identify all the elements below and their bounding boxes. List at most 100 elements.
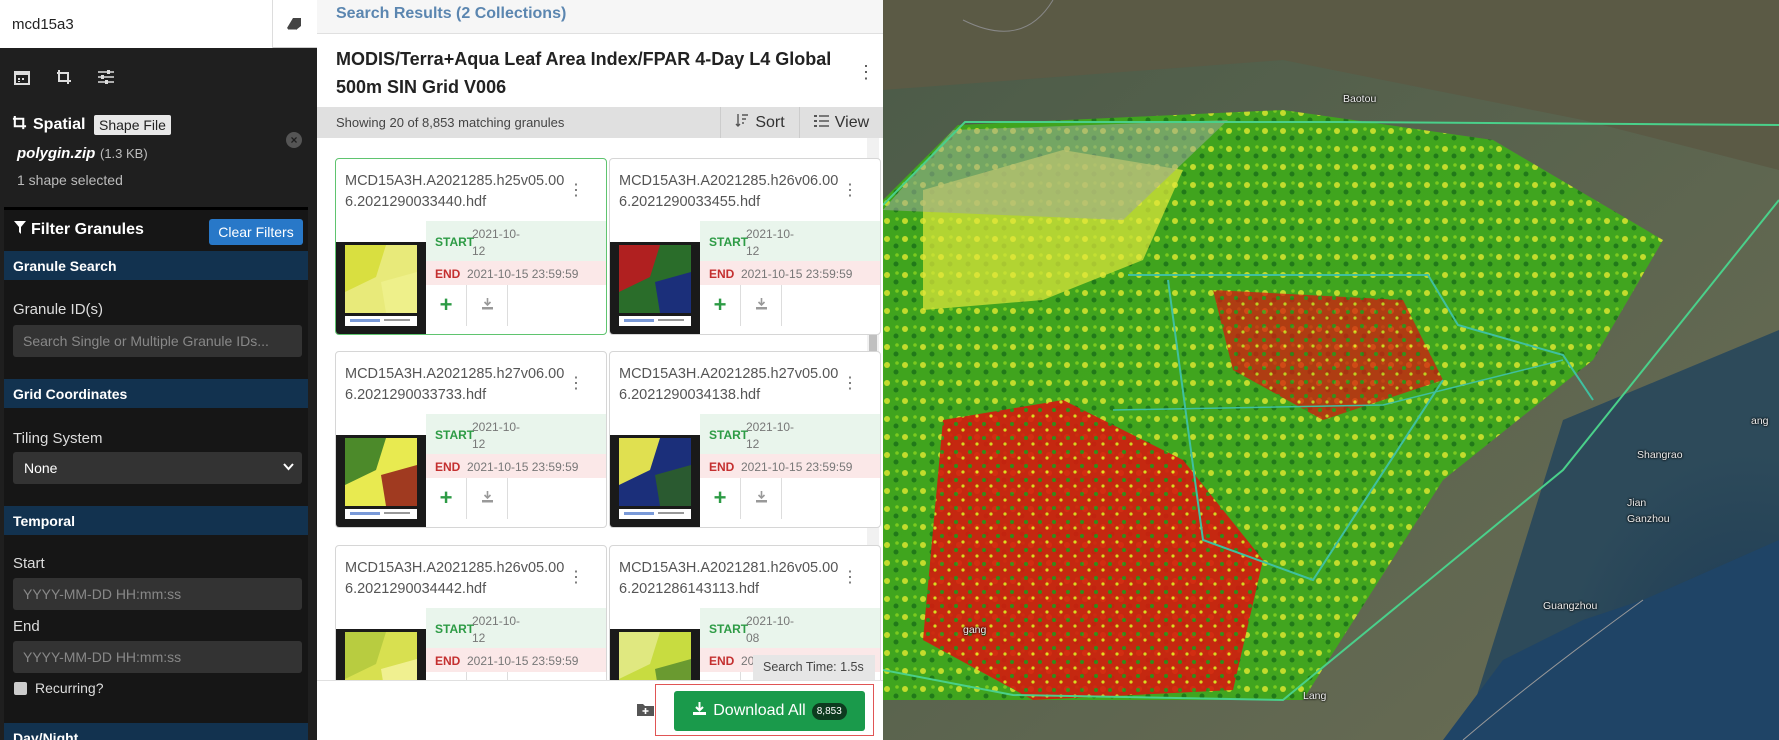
download-count-badge: 8,853 (811, 702, 847, 720)
granule-card[interactable]: MCD15A3H.A2021285.h26v06.006.20212900334… (609, 158, 881, 335)
view-button[interactable]: View (799, 107, 883, 138)
granule-thumbnail[interactable] (336, 629, 426, 680)
sliders-icon[interactable] (96, 67, 116, 87)
granule-start-row: START2021-10-1200:00:00 (426, 608, 606, 662)
download-all-button[interactable]: Download All 8,853 (674, 691, 865, 731)
granule-start-date: 2021-10-12 (746, 420, 795, 451)
add-granule-button[interactable]: + (426, 672, 467, 680)
tiling-system-select[interactable]: None (13, 452, 302, 484)
spatial-block: Spatial Shape File polygin.zip (1.3 KB) … (0, 108, 317, 196)
add-granule-button[interactable]: + (700, 285, 741, 326)
granule-start-date: 2021-10-12 (472, 614, 521, 645)
add-granule-button[interactable]: + (700, 478, 741, 519)
end-date-input[interactable] (13, 641, 302, 673)
list-icon (813, 114, 829, 132)
chevron-down-icon (283, 460, 294, 474)
results-title[interactable]: Search Results (2 Collections) (336, 5, 566, 23)
granule-start-row: START2021-10-1200:00:00 (700, 414, 880, 468)
granule-card[interactable]: MCD15A3H.A2021285.h26v05.006.20212900344… (335, 545, 607, 680)
granule-start-row: START2021-10-1200:00:00 (700, 221, 880, 275)
shape-file-badge: Shape File (94, 115, 171, 135)
more-options-icon[interactable]: ⋮ (842, 567, 858, 587)
granule-card[interactable]: MCD15A3H.A2021285.h27v06.006.20212900337… (335, 351, 607, 528)
download-icon (481, 297, 494, 315)
end-label: END (435, 654, 461, 668)
more-options-icon[interactable]: ⋮ (857, 62, 875, 83)
start-date-input[interactable] (13, 578, 302, 610)
granule-name: MCD15A3H.A2021281.h26v05.006.20212861431… (619, 560, 839, 597)
more-options-icon[interactable]: ⋮ (568, 373, 584, 393)
start-label: START (709, 235, 749, 249)
granule-end-value: 2021-10-15 23:59:59 (467, 654, 579, 668)
filter-title: Filter Granules (14, 221, 144, 239)
download-granule-button[interactable] (467, 672, 508, 680)
map-label-ang: ang (1751, 415, 1769, 427)
granule-search-heading: Granule Search (4, 251, 308, 280)
collection-title: MODIS/Terra+Aqua Leaf Area Index/FPAR 4-… (336, 49, 832, 97)
download-icon (481, 490, 494, 508)
download-granule-button[interactable] (741, 285, 782, 326)
granule-name: MCD15A3H.A2021285.h27v05.006.20212900341… (619, 366, 839, 403)
more-options-icon[interactable]: ⋮ (568, 567, 584, 587)
more-options-icon[interactable]: ⋮ (842, 373, 858, 393)
eraser-icon[interactable] (272, 0, 317, 48)
filter-title-label: Filter Granules (31, 221, 144, 238)
granule-card[interactable]: MCD15A3H.A2021285.h25v05.006.20212900334… (335, 158, 607, 335)
granule-end-row: END 2021-10-15 23:59:59 (700, 261, 880, 285)
granule-end-value: 2021-10-15 23:59:59 (741, 460, 853, 474)
map-label-baotou: Baotou (1343, 93, 1377, 105)
start-label: START (709, 428, 749, 442)
granule-name: MCD15A3H.A2021285.h25v05.006.20212900334… (345, 173, 565, 210)
granule-end-row: END 2021-10-15 23:59:59 (700, 454, 880, 478)
granule-thumbnail[interactable] (336, 435, 426, 527)
download-granule-button[interactable] (741, 478, 782, 519)
download-icon (692, 701, 707, 721)
crop-icon[interactable] (54, 67, 74, 87)
download-icon (755, 490, 768, 508)
granule-start-row: START2021-10-0800:00:00 (700, 608, 880, 662)
granule-thumbnail[interactable] (336, 242, 426, 334)
sort-button[interactable]: Sort (720, 107, 799, 138)
temporal-heading: Temporal (4, 506, 308, 535)
more-options-icon[interactable]: ⋮ (568, 180, 584, 200)
folder-plus-icon[interactable] (637, 703, 654, 721)
map-label-jian: Jian (1627, 497, 1647, 509)
end-label: END (435, 267, 461, 281)
clear-filters-button[interactable]: Clear Filters (209, 219, 303, 245)
more-options-icon[interactable]: ⋮ (842, 180, 858, 200)
granule-start-row: START2021-10-1200:00:00 (426, 414, 606, 468)
recurring-checkbox[interactable] (14, 682, 27, 695)
tiling-system-label: Tiling System (13, 430, 103, 447)
granule-end-value: 2021-10-15 23:59:59 (467, 267, 579, 281)
start-label: START (435, 235, 475, 249)
download-granule-button[interactable] (467, 285, 508, 326)
granule-id-input[interactable] (13, 325, 302, 357)
left-sidebar: Spatial Shape File polygin.zip (1.3 KB) … (0, 0, 317, 740)
remove-spatial-icon[interactable]: × (286, 132, 302, 148)
shape-file-name: polygin.zip (17, 145, 96, 162)
search-input[interactable] (0, 0, 272, 48)
granule-card[interactable]: MCD15A3H.A2021285.h27v05.006.20212900341… (609, 351, 881, 528)
search-bar (0, 0, 317, 48)
results-header: Search Results (2 Collections) (317, 0, 883, 34)
recurring-label: Recurring? (35, 680, 104, 696)
calendar-icon[interactable] (12, 67, 32, 87)
spatial-label: Spatial (33, 116, 86, 133)
tiling-system-value: None (24, 460, 58, 476)
granule-thumbnail[interactable] (610, 242, 700, 334)
add-granule-button[interactable]: + (426, 478, 467, 519)
add-granule-button[interactable]: + (426, 285, 467, 326)
download-granule-button[interactable] (467, 478, 508, 519)
map-label-gang: gang (963, 624, 987, 636)
filter-granules-panel: Filter Granules Clear Filters Granule Se… (4, 207, 308, 740)
start-label: Start (13, 555, 45, 572)
results-footer: Download All 8,853 (317, 680, 883, 740)
end-label: END (709, 267, 735, 281)
granule-thumbnail[interactable] (610, 629, 700, 680)
granule-name: MCD15A3H.A2021285.h26v06.006.20212900334… (619, 173, 839, 210)
granule-thumbnail[interactable] (610, 435, 700, 527)
spatial-title: Spatial (12, 115, 85, 135)
add-granule-button[interactable]: + (700, 672, 741, 680)
map-view[interactable]: Baotou Shangrao Jian Ganzhou Guangzhou a… (883, 0, 1779, 740)
granule-start-date: 2021-10-12 (472, 227, 521, 258)
